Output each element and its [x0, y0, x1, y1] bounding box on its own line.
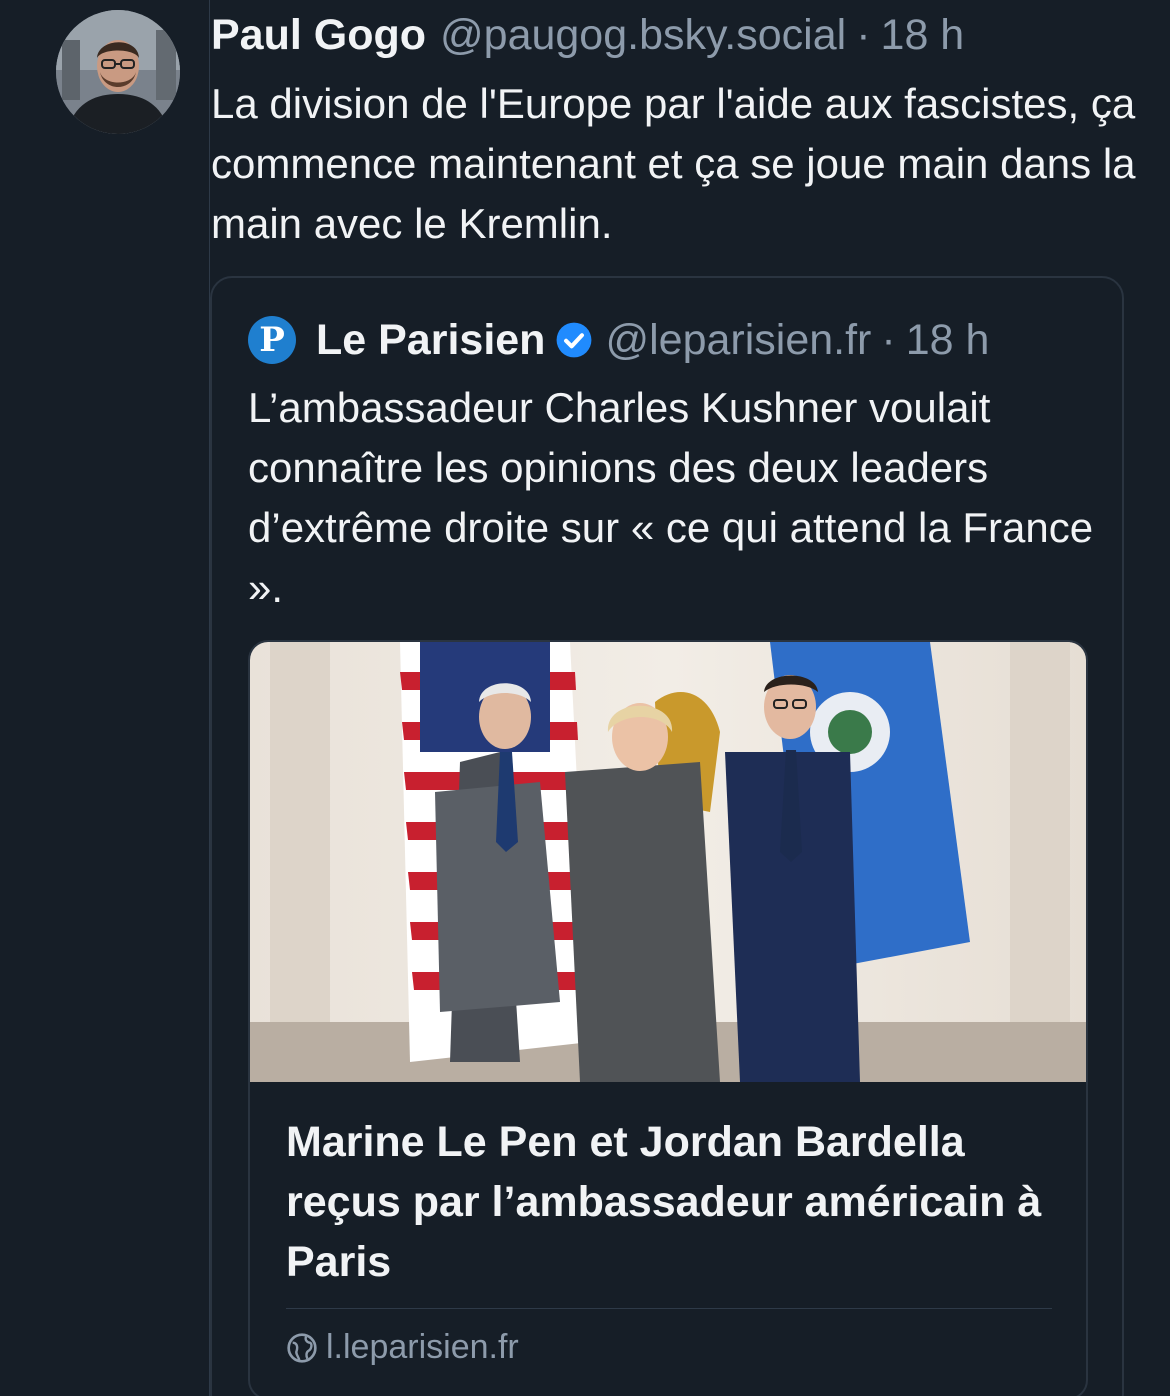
link-card[interactable]: Marine Le Pen et Jordan Bardella reçus p…	[248, 640, 1088, 1396]
post: Paul Gogo @paugog.bsky.social · 18 h La …	[0, 0, 1170, 1396]
post-text: La division de l'Europe par l'aide aux f…	[211, 80, 1136, 247]
link-card-photo-icon	[250, 642, 1086, 1082]
quoted-avatar-letter: P	[259, 320, 285, 360]
quoted-post-header: P Le Parisien @leparisien.fr · 18 h	[248, 314, 989, 366]
author-avatar-icon	[56, 10, 180, 134]
quoted-timestamp[interactable]: 18 h	[906, 316, 990, 365]
quoted-author-avatar[interactable]: P	[248, 316, 296, 364]
quoted-separator-dot: ·	[881, 315, 896, 364]
quoted-author-name[interactable]: Le Parisien	[316, 316, 545, 365]
post-header: Paul Gogo @paugog.bsky.social · 18 h	[211, 10, 964, 60]
link-card-image	[250, 642, 1086, 1082]
quoted-author-handle[interactable]: @leparisien.fr	[605, 316, 871, 365]
link-card-domain-row: l.leparisien.fr	[286, 1328, 519, 1367]
globe-icon	[287, 1332, 317, 1363]
separator-dot: ·	[856, 11, 871, 59]
author-avatar[interactable]	[56, 10, 180, 134]
author-name[interactable]: Paul Gogo	[211, 10, 426, 60]
quoted-post-text: L’ambassadeur Charles Kushner voulait co…	[248, 384, 1094, 611]
link-card-title: Marine Le Pen et Jordan Bardella reçus p…	[286, 1118, 1042, 1286]
verified-check-icon	[557, 322, 592, 358]
quoted-post[interactable]: P Le Parisien @leparisien.fr · 18 h L’am…	[210, 276, 1124, 1396]
author-handle[interactable]: @paugog.bsky.social	[440, 10, 846, 60]
link-card-divider	[286, 1308, 1052, 1309]
post-timestamp[interactable]: 18 h	[881, 10, 965, 60]
link-card-domain: l.leparisien.fr	[326, 1328, 519, 1366]
